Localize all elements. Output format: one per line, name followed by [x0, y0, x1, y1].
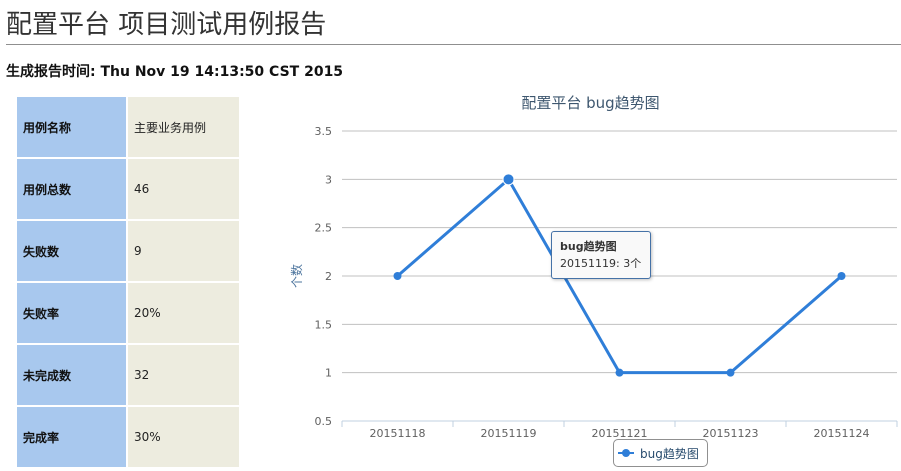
- summary-row: 完成率 30%: [17, 407, 239, 467]
- y-tick-label: 3: [325, 173, 332, 186]
- x-tick-label: 20151119: [481, 427, 537, 440]
- data-point: [615, 368, 624, 377]
- summary-label: 未完成数: [17, 345, 126, 405]
- y-tick-label: 1.5: [315, 318, 333, 331]
- summary-table: 用例名称 主要业务用例 用例总数 46 失败数 9 失败率 20% 未完成数 32 完成率 30%: [15, 95, 241, 469]
- y-tick-label: 2: [325, 270, 332, 283]
- summary-label: 用例总数: [17, 159, 126, 219]
- x-tick-label: 20151118: [370, 427, 426, 440]
- bug-trend-chart: 配置平台 bug趋势图 0.5 1 1.5 2 2.5 3 3.5 20151118 20151…: [280, 82, 901, 471]
- y-tick-label: 0.5: [315, 415, 333, 428]
- summary-table-body: 用例名称 主要业务用例 用例总数 46 失败数 9 失败率 20% 未完成数 32 完成率 30%: [17, 97, 239, 467]
- chart-tooltip: bug趋势图 20151119: 3个: [551, 231, 651, 279]
- y-axis-title: 个数: [289, 264, 304, 288]
- report-time: 生成报告时间: Thu Nov 19 14:13:50 CST 2015: [6, 64, 344, 80]
- data-point: [393, 272, 402, 280]
- summary-value: 30%: [128, 407, 239, 467]
- summary-value: 20%: [128, 283, 239, 343]
- y-tick-label: 1: [325, 367, 332, 380]
- title-divider: [6, 44, 901, 45]
- tooltip-title: bug趋势图: [560, 240, 617, 253]
- report-page: 配置平台 项目测试用例报告 生成报告时间: Thu Nov 19 14:13:5…: [0, 0, 901, 471]
- summary-row: 未完成数 32: [17, 345, 239, 405]
- summary-value: 主要业务用例: [128, 97, 239, 157]
- summary-row: 失败数 9: [17, 221, 239, 281]
- data-point: [726, 368, 735, 377]
- page-title: 配置平台 项目测试用例报告: [6, 10, 327, 40]
- y-tick-label: 2.5: [315, 222, 333, 235]
- y-tick-label: 3.5: [315, 125, 333, 138]
- legend-label: bug趋势图: [640, 446, 699, 461]
- summary-value: 32: [128, 345, 239, 405]
- summary-label: 失败数: [17, 221, 126, 281]
- summary-row: 失败率 20%: [17, 283, 239, 343]
- data-point: [502, 173, 515, 186]
- summary-label: 用例名称: [17, 97, 126, 157]
- summary-label: 失败率: [17, 283, 126, 343]
- x-tick-label: 20151123: [703, 427, 759, 440]
- summary-row: 用例名称 主要业务用例: [17, 97, 239, 157]
- summary-value: 46: [128, 159, 239, 219]
- summary-value: 9: [128, 221, 239, 281]
- chart-legend-item[interactable]: bug趋势图: [613, 439, 708, 467]
- data-point: [837, 272, 846, 280]
- summary-row: 用例总数 46: [17, 159, 239, 219]
- x-tick-label: 20151124: [814, 427, 870, 440]
- tooltip-text: 20151119: 3个: [560, 257, 642, 270]
- summary-label: 完成率: [17, 407, 126, 467]
- legend-marker-icon: [618, 448, 634, 458]
